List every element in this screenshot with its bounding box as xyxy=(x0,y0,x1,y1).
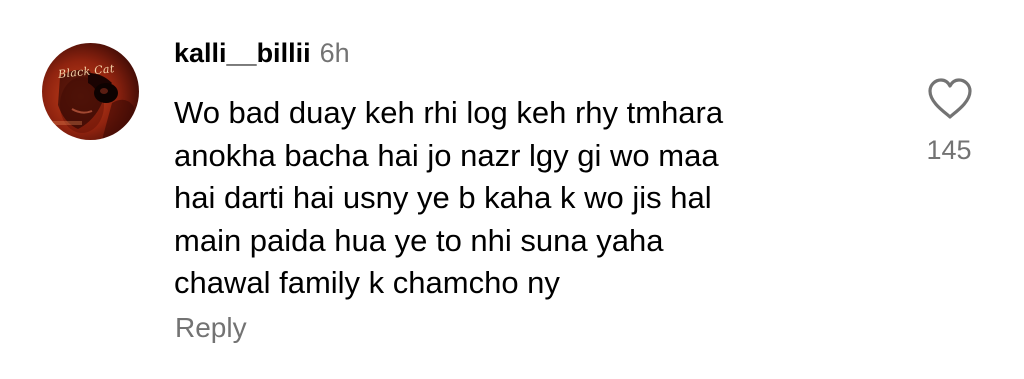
avatar-image xyxy=(52,69,138,140)
avatar[interactable]: Black Cat xyxy=(42,43,139,140)
comment-text-line: anokha bacha hai jo nazr lgy gi wo maa xyxy=(174,137,719,173)
comment-item: Black Cat kalli__billii 6h Wo bad duay k… xyxy=(0,0,1024,379)
comment-text-line: Wo bad duay keh rhi log keh rhy tmhara xyxy=(174,95,724,130)
comment-text-line: main paida hua ye to nhi suna yaha xyxy=(174,222,664,258)
comment-text: Wo bad duay keh rhi log keh rhy tmhara a… xyxy=(174,92,874,305)
like-button[interactable] xyxy=(926,77,974,121)
timestamp: 6h xyxy=(319,38,350,68)
comment-header: kalli__billii 6h xyxy=(174,38,350,74)
reply-button[interactable]: Reply xyxy=(175,312,247,344)
like-count: 145 xyxy=(926,135,972,165)
comment-text-line: chawal family k chamcho ny xyxy=(174,265,560,300)
comment-text-line: hai darti hai usny ye b kaha k wo jis ha… xyxy=(174,180,712,215)
heart-outline-icon xyxy=(928,78,972,119)
username-link[interactable]: kalli__billii xyxy=(174,38,311,69)
